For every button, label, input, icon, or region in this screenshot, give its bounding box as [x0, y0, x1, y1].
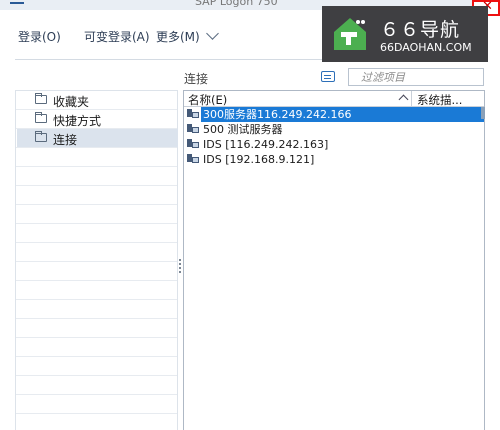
list-item[interactable]: 500 测试服务器: [184, 122, 484, 137]
login-button[interactable]: 登录(O): [18, 28, 61, 45]
column-header-description[interactable]: 系统描...: [417, 92, 462, 108]
comment-icon[interactable]: [321, 71, 335, 82]
window-title: SAP Logon 750: [195, 0, 278, 8]
folder-icon: [35, 112, 47, 123]
list-scrollbar[interactable]: [481, 107, 485, 119]
tree-item-shortcuts[interactable]: 快捷方式: [17, 110, 178, 128]
list-item-name: IDS [116.249.242.163]: [203, 138, 329, 151]
connection-list: 名称(E) 系统描... 300服务器116.249.242.166 500 测…: [183, 90, 485, 430]
variable-login-button[interactable]: 可变登录(A): [84, 28, 150, 45]
list-item[interactable]: IDS [116.249.242.163]: [184, 137, 484, 152]
server-icon: [187, 154, 199, 165]
logo-title: ６６导航: [380, 19, 461, 41]
logo-badge-icon: [334, 18, 366, 50]
navigation-tree: 收藏夹 快捷方式 连接: [15, 90, 178, 430]
filter-field[interactable]: [348, 68, 484, 86]
tree-item-connections[interactable]: 连接: [17, 129, 178, 147]
list-item-name: 300服务器116.249.242.166: [201, 107, 484, 122]
list-item-name: 500 测试服务器: [203, 123, 283, 136]
tree-item-label: 快捷方式: [53, 114, 102, 128]
folder-icon: [35, 93, 47, 104]
tree-item-favorites[interactable]: 收藏夹: [17, 91, 178, 109]
more-button[interactable]: 更多(M): [156, 28, 200, 45]
tree-item-label: 收藏夹: [53, 95, 90, 109]
logo-subtitle: 66DAOHAN.COM: [380, 41, 472, 54]
list-header: 名称(E) 系统描...: [184, 91, 484, 107]
server-icon: [187, 124, 199, 135]
sort-asc-icon[interactable]: [398, 94, 409, 105]
site-logo: ６６导航 66DAOHAN.COM: [322, 6, 488, 62]
list-item-name: IDS [192.168.9.121]: [203, 153, 315, 166]
column-header-name[interactable]: 名称(E): [188, 92, 227, 108]
server-icon: [187, 139, 199, 150]
list-item[interactable]: IDS [192.168.9.121]: [184, 152, 484, 167]
column-divider[interactable]: [411, 91, 412, 107]
connections-label: 连接: [184, 72, 209, 86]
folder-icon: [35, 131, 47, 142]
server-icon: [187, 109, 199, 120]
filter-input[interactable]: [349, 69, 483, 85]
list-item[interactable]: 300服务器116.249.242.166: [184, 107, 484, 122]
tree-item-label: 连接: [53, 133, 78, 147]
panel-splitter[interactable]: [179, 259, 181, 273]
hamburger-icon[interactable]: [10, 2, 24, 4]
